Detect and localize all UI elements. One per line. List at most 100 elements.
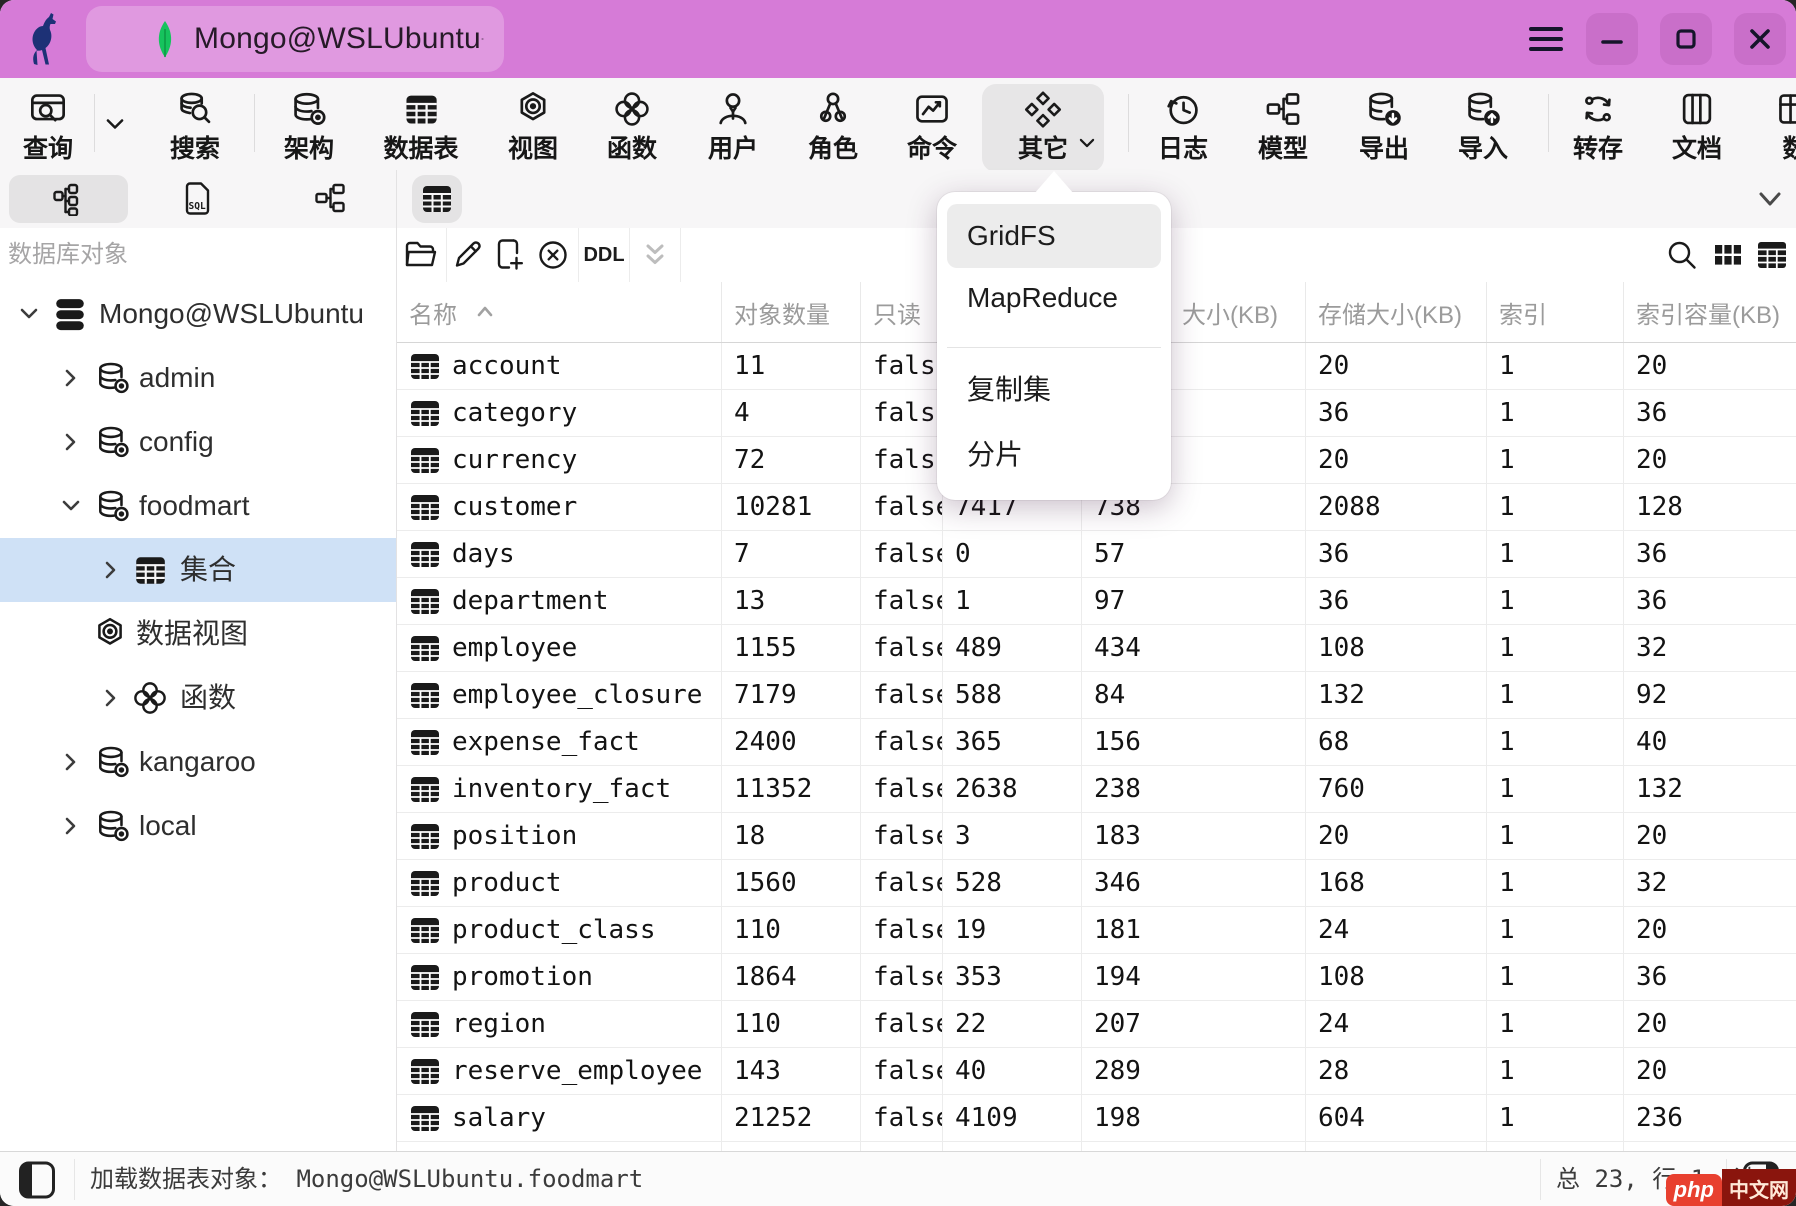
collection-row[interactable]: product_class110false1918124120 [397, 907, 1796, 954]
delete-collection-button[interactable] [535, 238, 571, 272]
collection-row[interactable]: inventory_fact11352false26382387601132 [397, 766, 1796, 813]
toolbar-query-button[interactable]: 查询 [8, 84, 88, 172]
chevron-right-icon[interactable] [60, 431, 82, 453]
chevron-down-icon[interactable] [18, 303, 40, 325]
search-objects-icon[interactable] [1664, 238, 1700, 272]
collection-name-cell: employee [397, 625, 722, 671]
chevron-right-icon[interactable] [60, 815, 82, 837]
chevron-right-icon[interactable] [100, 559, 122, 581]
collection-value-cell: 68 [1306, 719, 1487, 765]
toolbar-search-button[interactable]: 搜索 [155, 84, 235, 172]
cards-view-icon[interactable] [1712, 240, 1744, 270]
column-header-storage-size[interactable]: 存储大小(KB) [1306, 282, 1487, 342]
tree-view-toggle[interactable] [9, 175, 128, 223]
column-header-readonly[interactable]: 只读 [861, 282, 943, 342]
collection-value-cell: 289 [1082, 1048, 1306, 1094]
object-filter-input[interactable]: 数据库对象 [8, 228, 128, 282]
toolbar-others-button[interactable]: 其它 [982, 84, 1104, 172]
views-icon [92, 616, 128, 652]
collection-value-cell: 2638 [943, 766, 1082, 812]
collection-row[interactable]: employee_closure7179false58884132192 [397, 672, 1796, 719]
chevron-right-icon[interactable] [60, 367, 82, 389]
collection-value-cell: 1155 [722, 625, 861, 671]
tab-close-icon[interactable] [481, 25, 484, 53]
menu-item-mapreduce[interactable]: MapReduce [947, 266, 1161, 330]
tree-item-database[interactable]: local [0, 794, 396, 858]
sql-view-toggle[interactable]: SQL [181, 181, 215, 217]
open-collection-button[interactable] [402, 238, 440, 272]
grid-view-toggle[interactable] [412, 175, 462, 223]
new-collection-button[interactable] [492, 237, 528, 273]
query-dropdown-chevron[interactable] [95, 104, 135, 144]
tree-item-functions[interactable]: 函数 [0, 666, 396, 730]
collection-row[interactable]: employee1155false489434108132 [397, 625, 1796, 672]
status-bar: 加载数据表对象： Mongo@WSLUbuntu.foodmart 总 23, … [0, 1151, 1796, 1206]
collection-value-cell: 1 [1487, 343, 1624, 389]
column-header-index-size[interactable]: 索引容量(KB) [1624, 282, 1796, 342]
collection-value-cell: false [861, 1095, 943, 1141]
column-header-name[interactable]: 名称 [397, 282, 722, 342]
ddl-button[interactable]: DDL [580, 228, 628, 282]
tree-item-views[interactable]: 数据视图 [0, 602, 396, 666]
toolbar-command-button[interactable]: 命令 [892, 84, 972, 172]
menu-item-sharding[interactable]: 分片 [947, 423, 1161, 487]
collection-value-cell: 1864 [722, 954, 861, 1000]
toolbar-import-button[interactable]: 导入 [1443, 84, 1523, 172]
window-close-button[interactable] [1734, 13, 1786, 65]
window-maximize-button[interactable] [1660, 13, 1712, 65]
connection-tab[interactable]: Mongo@WSLUbuntu [86, 6, 504, 72]
toolbar-collections-button[interactable]: 数据表 [381, 84, 461, 172]
collection-row[interactable]: region110false2220724120 [397, 1001, 1796, 1048]
tree-item-database[interactable]: foodmart [0, 474, 396, 538]
tree-item-connection[interactable]: Mongo@WSLUbuntu [0, 282, 396, 346]
toolbar-datagen-button[interactable]: 数 [1755, 84, 1796, 172]
tree-item-database[interactable]: config [0, 410, 396, 474]
toolbar-log-button[interactable]: 日志 [1143, 84, 1223, 172]
toolbar-users-button[interactable]: 用户 [693, 84, 773, 172]
collection-row[interactable]: product1560false528346168132 [397, 860, 1796, 907]
collection-value-cell: 181 [1082, 907, 1306, 953]
collection-value-cell: 3 [943, 813, 1082, 859]
toolbar-separator [254, 94, 255, 152]
chevron-right-icon[interactable] [100, 687, 122, 709]
toolbar-views-button[interactable]: 视图 [493, 84, 573, 172]
collapse-toolbar-chevron-icon[interactable] [1754, 184, 1786, 214]
collection-row[interactable]: expense_fact2400false36515668140 [397, 719, 1796, 766]
collection-value-cell: 1560 [722, 860, 861, 906]
tree-item-collections[interactable]: 集合 [0, 538, 396, 602]
toolbar-model-button[interactable]: 模型 [1243, 84, 1323, 172]
chevron-down-icon[interactable] [60, 495, 82, 517]
toolbar-roles-button[interactable]: 角色 [793, 84, 873, 172]
tree-item-database[interactable]: admin [0, 346, 396, 410]
menu-item-replica-set[interactable]: 复制集 [947, 358, 1161, 422]
tree-item-database[interactable]: kangaroo [0, 730, 396, 794]
collection-row[interactable]: department13false19736136 [397, 578, 1796, 625]
toolbar-schema-button[interactable]: 架构 [269, 84, 349, 172]
toolbar-export-button[interactable]: 导出 [1344, 84, 1424, 172]
toolbar-functions-button[interactable]: 函数 [592, 84, 672, 172]
collection-row[interactable]: promotion1864false353194108136 [397, 954, 1796, 1001]
main-menu-hamburger-icon[interactable] [1520, 13, 1572, 65]
chevron-right-icon[interactable] [60, 751, 82, 773]
column-header-object-count[interactable]: 对象数量 [722, 282, 861, 342]
list-view-icon[interactable] [1756, 239, 1788, 271]
sidebar-splitter[interactable] [396, 170, 397, 1151]
window-minimize-button[interactable] [1586, 13, 1638, 65]
column-header-indexes[interactable]: 索引 [1487, 282, 1624, 342]
php-cn-watermark: php中文网 [1666, 1169, 1796, 1206]
toolbar-dump-button[interactable]: 转存 [1558, 84, 1638, 172]
collection-row[interactable]: days7false05736136 [397, 531, 1796, 578]
more-actions-double-chevron-icon[interactable] [637, 240, 673, 272]
collection-row[interactable]: salary21252false41091986041236 [397, 1095, 1796, 1142]
menu-item-gridfs[interactable]: GridFS [947, 204, 1161, 268]
toggle-left-panel-icon[interactable] [18, 1160, 56, 1200]
collection-row[interactable]: position18false318320120 [397, 813, 1796, 860]
toolbar-others-button-icon [1024, 90, 1062, 128]
toolbar-docs-button[interactable]: 文档 [1657, 84, 1737, 172]
collection-row[interactable]: sales_fact269720false476751811033612656 [397, 1142, 1796, 1151]
collection-row[interactable]: reserve_employee143false4028928120 [397, 1048, 1796, 1095]
collection-value-cell: 24 [1306, 1001, 1487, 1047]
collection-name-cell: currency [397, 437, 722, 483]
model-view-toggle[interactable] [313, 181, 347, 215]
design-collection-button[interactable] [449, 238, 485, 272]
